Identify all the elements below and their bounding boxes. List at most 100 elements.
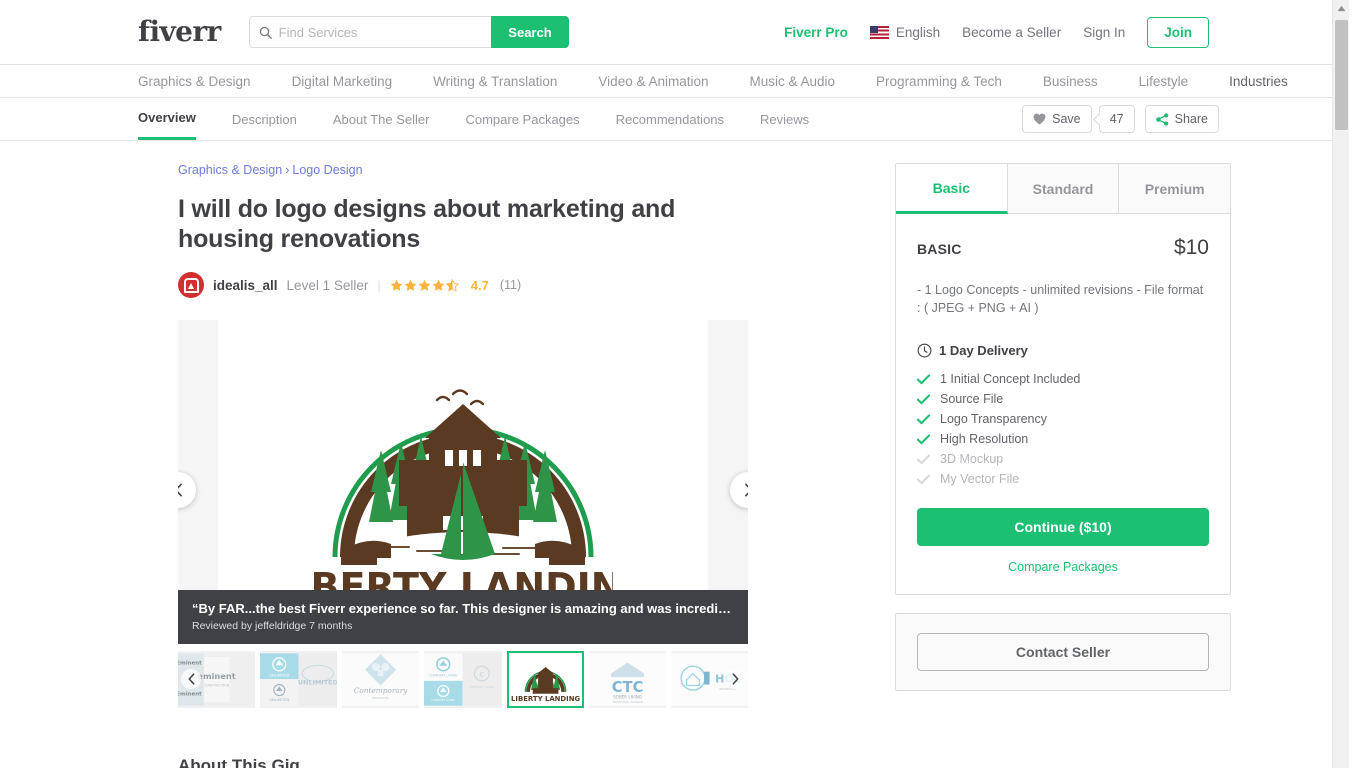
page-content: Graphics & Design › Logo Design I will do … (0, 141, 1349, 768)
seller-name[interactable]: idealis_all (213, 278, 278, 293)
scrollbar-up-button[interactable] (1333, 0, 1349, 17)
check-icon (917, 434, 930, 444)
breadcrumb-child[interactable]: Logo Design (292, 163, 362, 177)
svg-text:COMFORT LIVING: COMFORT LIVING (432, 698, 456, 702)
svg-text:UNLIMITED: UNLIMITED (269, 673, 289, 677)
package-tab-basic[interactable]: Basic (896, 164, 1008, 214)
breadcrumb: Graphics & Design › Logo Design (178, 163, 838, 177)
star-full-icon (432, 279, 445, 291)
package-tabs: Basic Standard Premium (896, 164, 1231, 214)
seller-separator: | (377, 277, 381, 293)
search-input[interactable] (278, 24, 483, 40)
tab-reviews[interactable]: Reviews (760, 98, 809, 140)
avatar[interactable] (178, 272, 204, 298)
become-a-seller-link[interactable]: Become a Seller (962, 25, 1061, 40)
search-button[interactable]: Search (491, 16, 569, 48)
contact-seller-panel: Contact Seller (895, 613, 1231, 692)
chevron-right-icon (732, 673, 738, 685)
share-button[interactable]: Share (1144, 105, 1219, 133)
catnav-item-music-audio[interactable]: Music & Audio (750, 74, 836, 89)
tab-about-the-seller[interactable]: About The Seller (333, 98, 430, 140)
package-delivery-label: 1 Day Delivery (939, 343, 1028, 359)
header-right-nav: Fiverr Pro English Become a Seller Sign … (784, 0, 1209, 64)
page-title: I will do logo designs about marketing a… (178, 195, 676, 253)
thumbnail-comfort-living[interactable]: COMFORT LIVING COMFORT LIVING C COMFORT … (424, 651, 502, 708)
tab-overview[interactable]: Overview (138, 98, 196, 140)
search-icon (259, 26, 272, 39)
fiverr-logo[interactable]: fiverr (138, 18, 221, 46)
share-button-label: Share (1174, 112, 1208, 126)
join-button[interactable]: Join (1147, 16, 1209, 48)
ctc-sober-living-logo-thumb-art: CTC SOBER LIVING TRANSITIONAL PROGRAM (588, 653, 666, 706)
us-flag-icon (869, 25, 889, 39)
package-tab-premium[interactable]: Premium (1119, 164, 1231, 214)
catnav-item-digital-marketing[interactable]: Digital Marketing (292, 74, 393, 89)
thumbnail-unlimited[interactable]: UNLIMITED UNLIMITED UNLIMITED (260, 651, 338, 708)
breadcrumb-separator: › (285, 163, 290, 177)
package-description: - 1 Logo Concepts - unlimited revisions … (917, 283, 1204, 316)
catnav-item-programming-tech[interactable]: Programming & Tech (876, 74, 1002, 89)
svg-text:CTC: CTC (611, 679, 643, 696)
svg-text:LIBERTY LANDING: LIBERTY LANDING (511, 695, 580, 703)
thumbnails-next-button[interactable] (725, 669, 745, 689)
svg-text:Eminent: Eminent (178, 692, 202, 698)
save-button[interactable]: Save (1022, 105, 1092, 133)
package-delivery: 1 Day Delivery (917, 343, 1209, 358)
scrollbar-thumb[interactable] (1335, 20, 1348, 130)
catnav-item-business[interactable]: Business (1043, 74, 1098, 89)
package-features: 1 Initial Concept Included Source File L… (917, 372, 1209, 486)
thumbnail-liberty-landing[interactable]: LIBERTY LANDING (506, 651, 584, 708)
tab-compare-packages[interactable]: Compare Packages (465, 98, 579, 140)
thumbnail-contemporary[interactable]: Contemporary PROPERTIES (342, 651, 420, 708)
catnav-item-video-animation[interactable]: Video & Animation (598, 74, 708, 89)
feature-label: Source File (940, 392, 1004, 407)
triangle-up-icon (1337, 5, 1345, 12)
breadcrumb-parent[interactable]: Graphics & Design (178, 163, 282, 177)
about-this-gig-heading: About This Gig (178, 756, 300, 768)
package-tab-standard[interactable]: Standard (1007, 164, 1120, 214)
liberty-landing-logo-thumb-art: LIBERTY LANDING (506, 653, 584, 706)
page-scrollbar[interactable] (1332, 0, 1349, 768)
comfort-living-logo-thumb-art: COMFORT LIVING COMFORT LIVING C COMFORT … (424, 653, 502, 706)
feature-label: My Vector File (940, 472, 1020, 487)
contact-seller-button[interactable]: Contact Seller (917, 633, 1209, 672)
thumbnail-ctc-sober-living[interactable]: CTC SOBER LIVING TRANSITIONAL PROGRAM (588, 651, 666, 708)
gallery-prev-button[interactable] (178, 472, 196, 508)
gig-gallery: LIBERTY LANDING “By FAR...the best Fiver (178, 320, 748, 644)
catnav-item-graphics-design[interactable]: Graphics & Design (138, 74, 251, 89)
catnav-item-industries[interactable]: Industries (1229, 74, 1288, 89)
fiverr-pro-link[interactable]: Fiverr Pro (784, 25, 848, 40)
save-count-value: 47 (1109, 112, 1124, 126)
star-full-icon (404, 279, 417, 291)
package-panel: Basic Standard Premium BASIC $10 - 1 Log… (895, 163, 1231, 596)
search-input-wrap[interactable] (248, 16, 492, 48)
star-full-icon (390, 279, 403, 291)
compare-packages-link[interactable]: Compare Packages (917, 560, 1209, 574)
unlimited-logo-thumb-art: UNLIMITED UNLIMITED UNLIMITED (260, 653, 338, 706)
language-selector[interactable]: English (869, 25, 940, 40)
gig-sidebar: Basic Standard Premium BASIC $10 - 1 Log… (895, 163, 1231, 768)
chevron-right-icon (744, 483, 748, 497)
seller-info-row: idealis_all Level 1 Seller | 4.7 (11) (178, 272, 838, 298)
catnav-item-lifestyle[interactable]: Lifestyle (1139, 74, 1189, 89)
tab-recommendations[interactable]: Recommendations (616, 98, 724, 140)
gallery-review-overlay: “By FAR...the best Fiverr experience so … (178, 590, 748, 644)
category-nav: Graphics & Design Digital Marketing Writ… (0, 65, 1349, 97)
continue-button[interactable]: Continue ($10) (917, 508, 1209, 547)
sign-in-link[interactable]: Sign In (1083, 25, 1125, 40)
heart-icon (1033, 113, 1046, 125)
save-button-label: Save (1052, 112, 1081, 126)
gig-page: fiverr Search Fiverr Pro English Become … (0, 0, 1349, 768)
tab-description[interactable]: Description (232, 98, 297, 140)
feature-row-disabled: 3D Mockup (917, 452, 1209, 466)
rating-count: (11) (499, 278, 522, 292)
rating-value: 4.7 (470, 277, 489, 293)
check-icon (917, 394, 930, 404)
thumbnails-prev-button[interactable] (181, 669, 201, 689)
svg-text:CONSTRUCTION: CONSTRUCTION (204, 683, 230, 687)
gallery-next-button[interactable] (730, 472, 748, 508)
svg-text:TRANSITIONAL PROGRAM: TRANSITIONAL PROGRAM (612, 701, 642, 704)
check-icon-disabled (917, 454, 930, 464)
svg-text:COMFORT LIVING: COMFORT LIVING (430, 673, 459, 677)
catnav-item-writing-translation[interactable]: Writing & Translation (433, 74, 557, 89)
